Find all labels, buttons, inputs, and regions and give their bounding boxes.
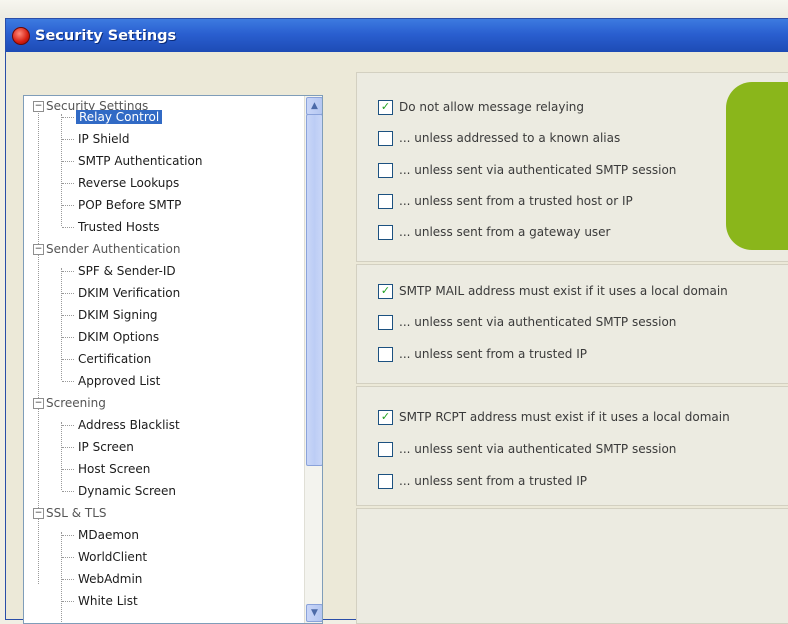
option-label: ... unless sent from a trusted IP <box>399 347 587 361</box>
tree-branch <box>62 535 74 536</box>
checkbox[interactable] <box>378 441 393 457</box>
tree-item-dynamic-screen[interactable]: Dynamic Screen <box>78 481 176 501</box>
tree-branch <box>62 293 74 294</box>
option-label: ... unless addressed to a known alias <box>399 131 621 145</box>
checkbox-checked[interactable]: ✓ <box>378 283 393 299</box>
collapse-icon[interactable]: − <box>33 398 44 409</box>
tree-item-sender-authentication[interactable]: Sender Authentication <box>46 239 180 259</box>
tree-item-dkim-verification[interactable]: DKIM Verification <box>78 283 180 303</box>
option-label: Do not allow message relaying <box>399 100 584 114</box>
tree-item-approved-list[interactable]: Approved List <box>78 371 160 391</box>
tree-line <box>61 114 62 226</box>
tree-branch <box>62 469 74 470</box>
smtp-rcpt-options-group: ✓ SMTP RCPT address must exist if it use… <box>356 386 788 506</box>
tree-line <box>61 422 62 490</box>
tree-item-webadmin[interactable]: WebAdmin <box>78 569 142 589</box>
collapse-icon[interactable]: − <box>33 508 44 519</box>
tree-item-ip-screen[interactable]: IP Screen <box>78 437 134 457</box>
option-mail-trusted-ip[interactable]: ... unless sent from a trusted IP <box>378 345 587 363</box>
option-label: SMTP MAIL address must exist if it uses … <box>399 284 728 298</box>
checkbox[interactable] <box>378 193 393 209</box>
tree-item-mdaemon[interactable]: MDaemon <box>78 525 139 545</box>
accent-tab <box>726 82 788 250</box>
tree-branch <box>62 425 74 426</box>
tree-item-address-blacklist[interactable]: Address Blacklist <box>78 415 180 435</box>
tree-branch <box>62 601 74 602</box>
option-label: ... unless sent from a gateway user <box>399 225 611 239</box>
relay-options-group: ✓ Do not allow message relaying ... unle… <box>356 72 788 262</box>
tree-item-screening[interactable]: Screening <box>46 393 106 413</box>
tree-branch <box>62 381 74 382</box>
tree-item-spf-sender-id[interactable]: SPF & Sender-ID <box>78 261 176 281</box>
option-label: ... unless sent via authenticated SMTP s… <box>399 315 677 329</box>
window-title: Security Settings <box>35 27 177 44</box>
outer-background <box>0 0 788 18</box>
tree-scrollbar[interactable]: ▲ ▼ <box>304 96 322 623</box>
checkbox[interactable] <box>378 346 393 362</box>
smtp-mail-options-group: ✓ SMTP MAIL address must exist if it use… <box>356 264 788 384</box>
tree-item-pop-before-smtp[interactable]: POP Before SMTP <box>78 195 181 215</box>
security-settings-window: Security Settings Security Settings − Re… <box>5 18 788 624</box>
checkbox-checked[interactable]: ✓ <box>378 99 393 115</box>
title-bar[interactable]: Security Settings <box>6 19 788 52</box>
option-smtp-mail-must-exist[interactable]: ✓ SMTP MAIL address must exist if it use… <box>378 282 728 300</box>
tree-item-reverse-lookups[interactable]: Reverse Lookups <box>78 173 179 193</box>
tree-item-relay-control[interactable]: Relay Control <box>76 107 163 127</box>
tree-branch <box>62 161 74 162</box>
option-label: ... unless sent via authenticated SMTP s… <box>399 163 677 177</box>
tree-branch <box>62 205 74 206</box>
option-authenticated-smtp[interactable]: ... unless sent via authenticated SMTP s… <box>378 161 676 179</box>
tree-branch <box>62 139 74 140</box>
option-do-not-allow-relaying[interactable]: ✓ Do not allow message relaying <box>378 98 584 116</box>
checkbox[interactable] <box>378 314 393 330</box>
option-rcpt-trusted-ip[interactable]: ... unless sent from a trusted IP <box>378 472 587 490</box>
tree-branch <box>62 579 74 580</box>
tree-item-white-list[interactable]: White List <box>78 591 138 611</box>
option-label: ... unless sent from a trusted IP <box>399 474 587 488</box>
tree-line <box>61 532 62 623</box>
option-rcpt-authenticated-smtp[interactable]: ... unless sent via authenticated SMTP s… <box>378 440 676 458</box>
tree-branch <box>62 557 74 558</box>
tree-item-host-screen[interactable]: Host Screen <box>78 459 150 479</box>
settings-tree[interactable]: Security Settings − Relay Control IP Shi… <box>23 95 323 624</box>
tree-item-ip-shield[interactable]: IP Shield <box>78 129 129 149</box>
checkbox[interactable] <box>378 162 393 178</box>
tree-branch <box>62 359 74 360</box>
dialog-content: Security Settings − Relay Control IP Shi… <box>6 52 788 624</box>
tree-item-dkim-options[interactable]: DKIM Options <box>78 327 159 347</box>
tree-branch <box>62 183 74 184</box>
tree-branch <box>62 315 74 316</box>
arrow-up-icon[interactable]: ▲ <box>306 97 322 115</box>
checkbox[interactable] <box>378 130 393 146</box>
tree-item-dkim-signing[interactable]: DKIM Signing <box>78 305 158 325</box>
tree-item-smtp-authentication[interactable]: SMTP Authentication <box>78 151 202 171</box>
option-trusted-host[interactable]: ... unless sent from a trusted host or I… <box>378 192 633 210</box>
option-label: ... unless sent from a trusted host or I… <box>399 194 633 208</box>
checkbox-checked[interactable]: ✓ <box>378 409 393 425</box>
tree-item-ssl-tls[interactable]: SSL & TLS <box>46 503 107 523</box>
option-gateway-user[interactable]: ... unless sent from a gateway user <box>378 223 611 241</box>
option-label: ... unless sent via authenticated SMTP s… <box>399 442 677 456</box>
tree-branch <box>62 117 74 118</box>
app-icon <box>12 26 30 45</box>
option-label: SMTP RCPT address must exist if it uses … <box>399 410 730 424</box>
tree-list: Security Settings − Relay Control IP Shi… <box>24 96 304 623</box>
option-known-alias[interactable]: ... unless addressed to a known alias <box>378 129 620 147</box>
tree-item-certification[interactable]: Certification <box>78 349 151 369</box>
collapse-icon[interactable]: − <box>33 101 44 112</box>
tree-line <box>61 268 62 380</box>
tree-branch <box>62 271 74 272</box>
collapse-icon[interactable]: − <box>33 244 44 255</box>
option-mail-authenticated-smtp[interactable]: ... unless sent via authenticated SMTP s… <box>378 313 676 331</box>
checkbox[interactable] <box>378 473 393 489</box>
tree-branch <box>62 227 74 228</box>
tree-branch <box>62 337 74 338</box>
option-smtp-rcpt-must-exist[interactable]: ✓ SMTP RCPT address must exist if it use… <box>378 408 730 426</box>
checkbox[interactable] <box>378 224 393 240</box>
tree-branch <box>62 491 74 492</box>
tree-branch <box>62 447 74 448</box>
scrollbar-thumb[interactable] <box>306 114 322 466</box>
tree-item-trusted-hosts[interactable]: Trusted Hosts <box>78 217 159 237</box>
tree-item-worldclient[interactable]: WorldClient <box>78 547 147 567</box>
